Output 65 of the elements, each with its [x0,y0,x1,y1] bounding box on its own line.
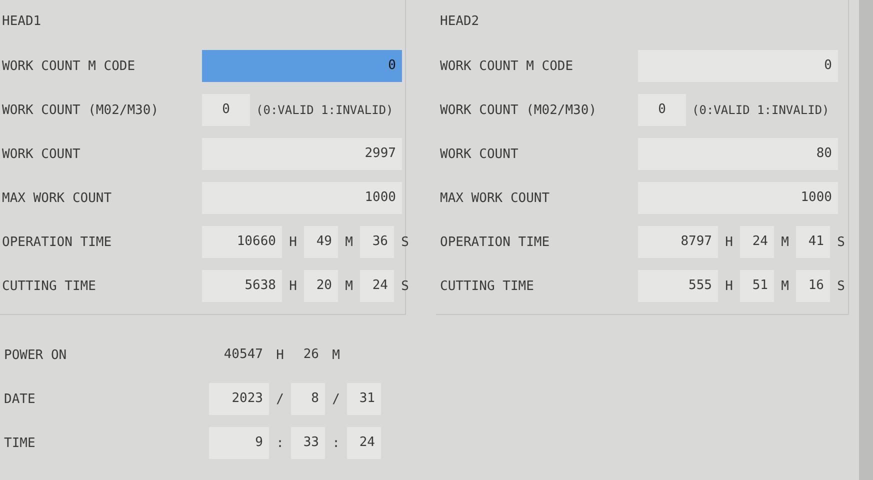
time-field[interactable]: 10660 [202,226,282,258]
value-field: 31 [347,383,381,415]
value-field: 9 [209,427,269,459]
unit-text: S [400,234,410,250]
time-field[interactable]: 24 [360,270,394,302]
unit-text: S [836,278,846,294]
time-field[interactable]: 24 [740,226,774,258]
field-label: WORK COUNT (M02/M30) [439,102,598,118]
note-text: (0:VALID 1:INVALID) [692,103,830,117]
value-field[interactable]: 1000 [638,182,838,214]
unit-text: / [331,392,341,406]
field-label: OPERATION TIME [1,234,113,250]
value-field[interactable]: 2997 [202,138,402,170]
time-field[interactable]: 49 [304,226,338,258]
field-label: CUTTING TIME [439,278,535,294]
unit-text: M [344,278,354,294]
value-field[interactable]: 0 [202,50,402,82]
unit-text: / [275,392,285,406]
field-label: MAX WORK COUNT [1,190,113,206]
value-field: 2023 [209,383,269,415]
field-label: POWER ON [3,348,68,362]
unit-text: M [331,348,341,362]
value-field[interactable]: 0 [202,94,250,126]
time-field[interactable]: 5638 [202,270,282,302]
field-label: CUTTING TIME [1,278,97,294]
unit-text: H [724,234,734,250]
field-label: WORK COUNT M CODE [1,58,136,74]
time-field[interactable]: 20 [304,270,338,302]
field-label: WORK COUNT (M02/M30) [1,102,160,118]
field-label: WORK COUNT [1,146,82,162]
time-field[interactable]: 36 [360,226,394,258]
head-title: HEAD1 [1,13,42,31]
unit-text: H [275,348,285,362]
unit-text: S [400,278,410,294]
value-field: 33 [291,427,325,459]
field-label: WORK COUNT M CODE [439,58,574,74]
value-field[interactable]: 0 [638,50,838,82]
time-field[interactable]: 8797 [638,226,718,258]
value-field: 8 [291,383,325,415]
value-field: 40547 [209,339,269,371]
value-field[interactable]: 0 [638,94,686,126]
field-label: MAX WORK COUNT [439,190,551,206]
unit-text: H [724,278,734,294]
unit-text: H [288,234,298,250]
unit-text: : [275,436,285,450]
time-field[interactable]: 41 [796,226,830,258]
note-text: (0:VALID 1:INVALID) [256,103,394,117]
field-label: WORK COUNT [439,146,520,162]
unit-text: M [344,234,354,250]
unit-text: S [836,234,846,250]
value-field[interactable]: 1000 [202,182,402,214]
field-label: DATE [3,392,36,406]
head-title: HEAD2 [439,13,480,31]
unit-text: : [331,436,341,450]
time-field[interactable]: 16 [796,270,830,302]
unit-text: M [780,234,790,250]
value-field: 26 [291,339,325,371]
time-field[interactable]: 51 [740,270,774,302]
time-field[interactable]: 555 [638,270,718,302]
value-field[interactable]: 80 [638,138,838,170]
unit-text: H [288,278,298,294]
field-label: TIME [3,436,36,450]
field-label: OPERATION TIME [439,234,551,250]
value-field: 24 [347,427,381,459]
unit-text: M [780,278,790,294]
